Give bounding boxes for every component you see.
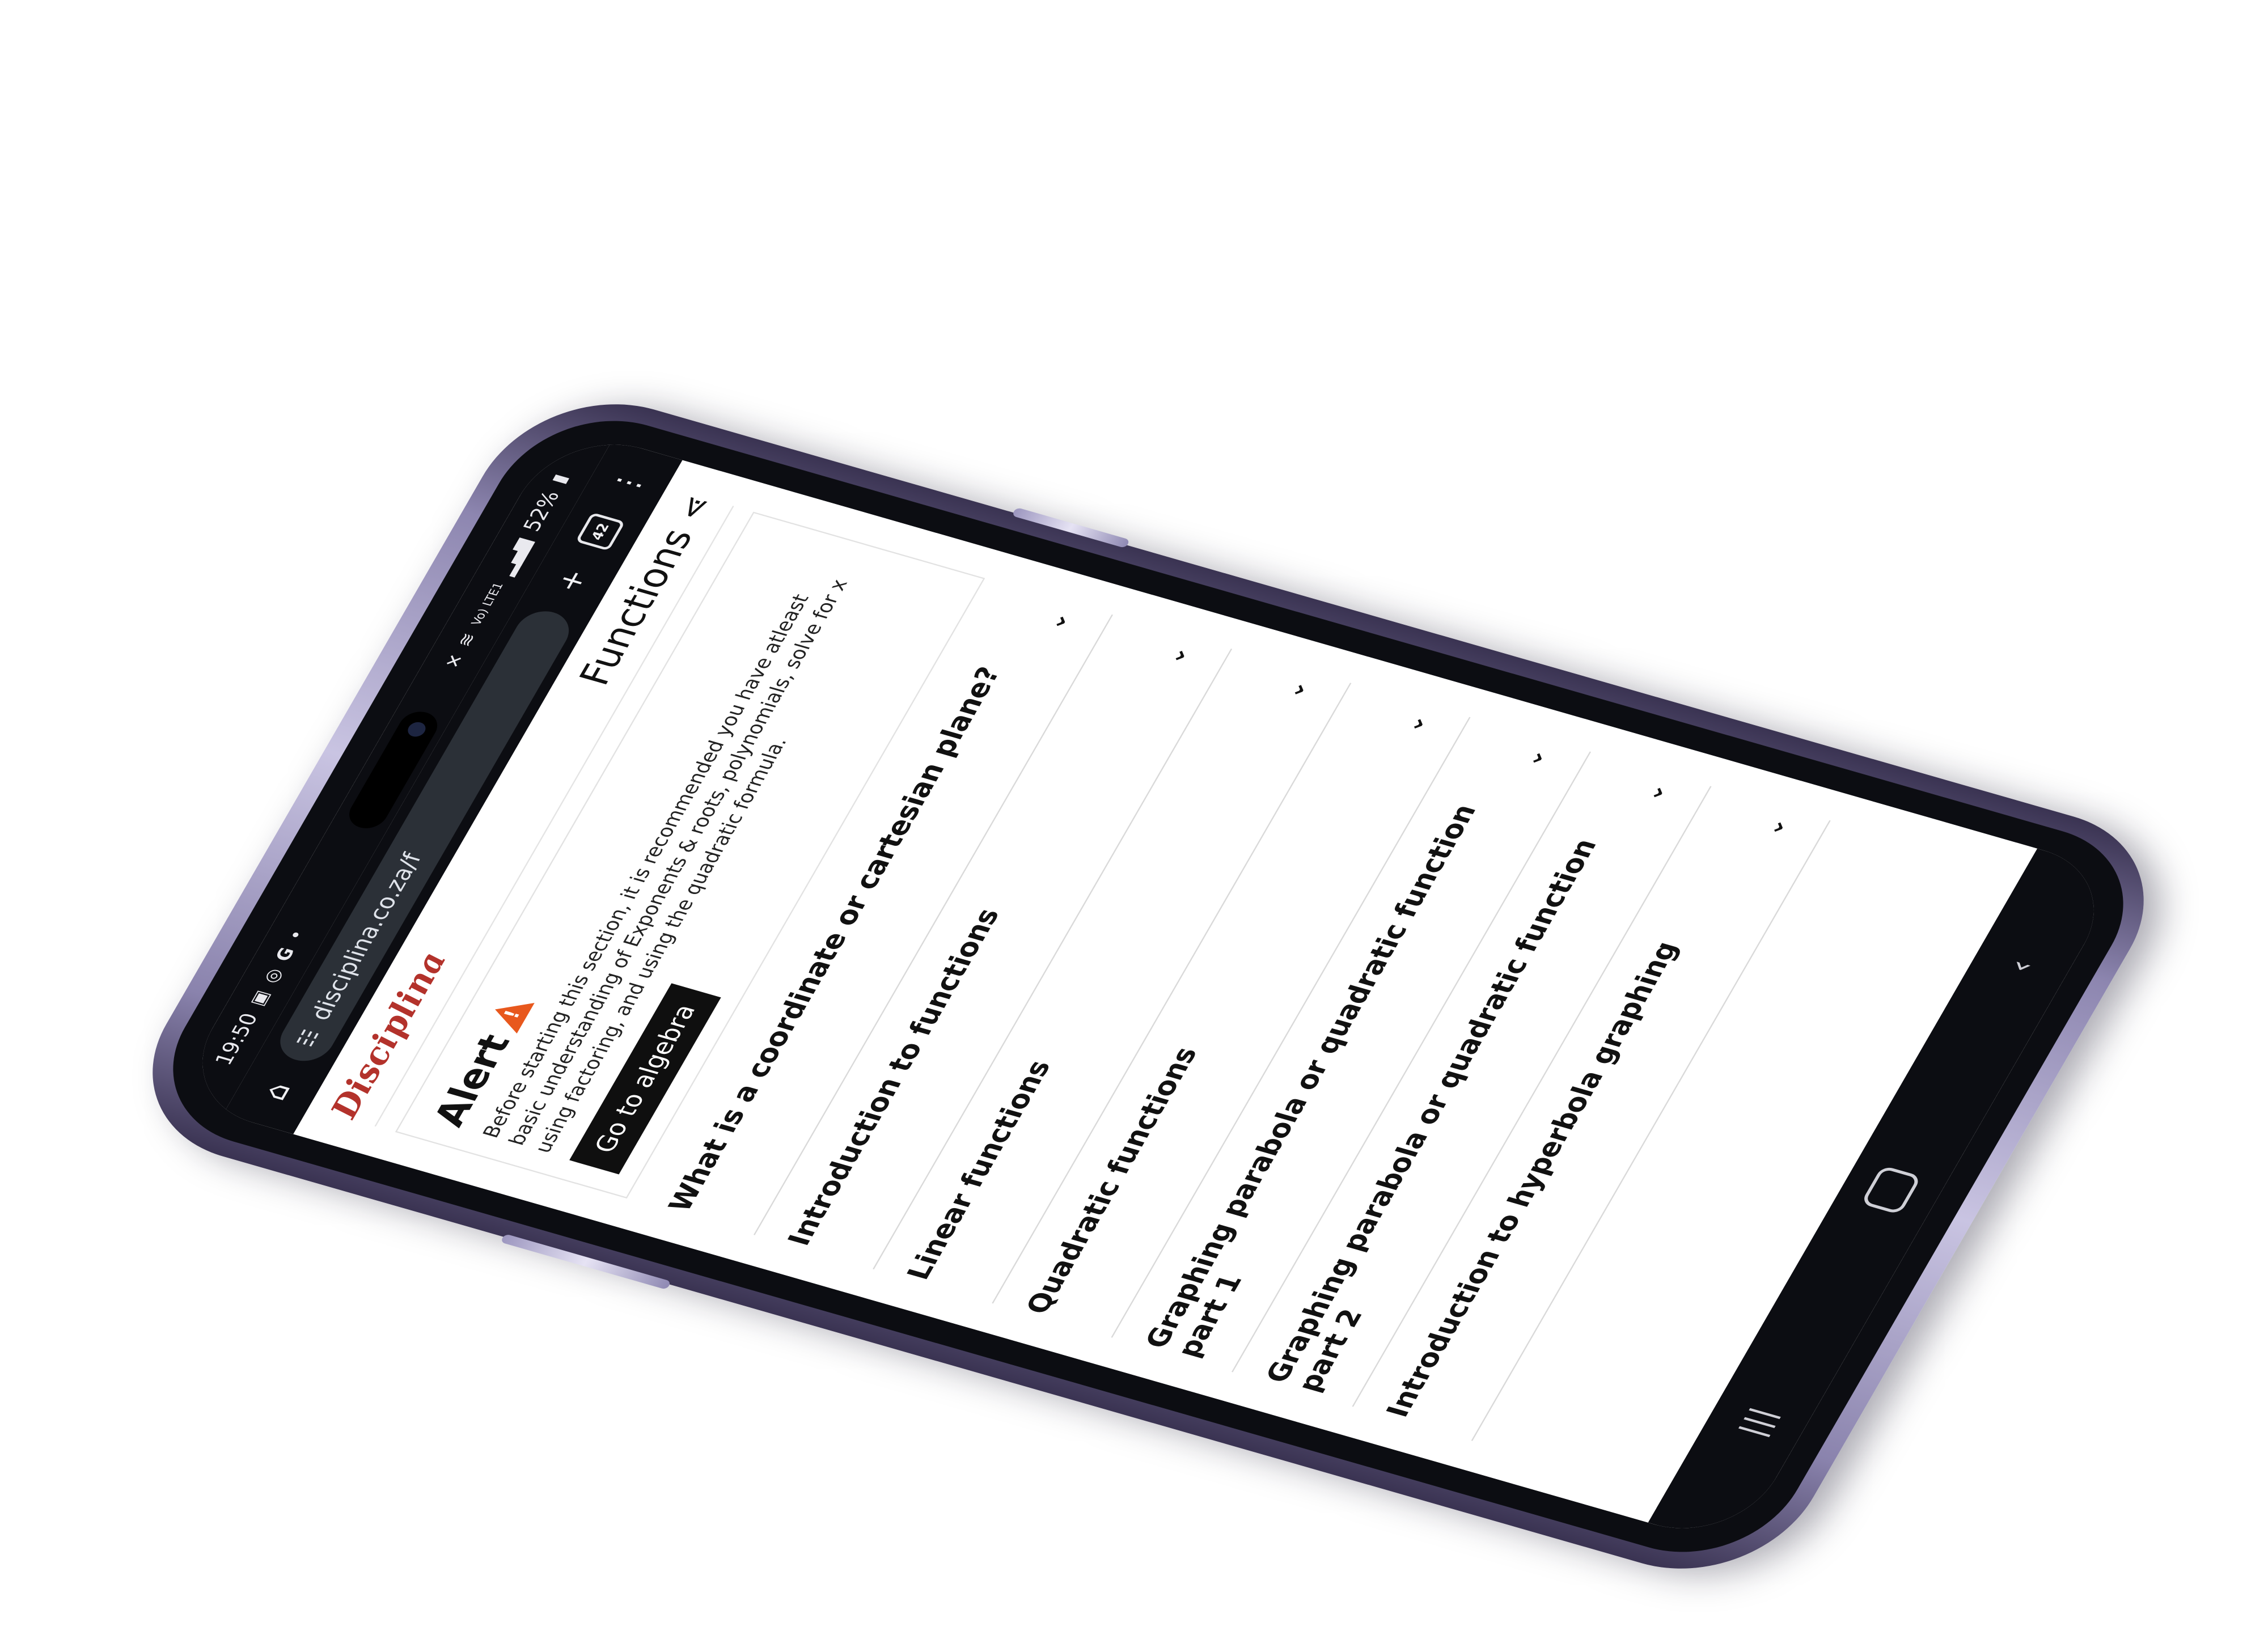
battery-icon: ▮ <box>547 472 573 486</box>
image-icon: ▣ <box>246 988 274 1009</box>
chevron-down-icon[interactable]: ⌄ <box>1157 642 1194 667</box>
overflow-menu-icon[interactable]: ⋮ <box>599 460 658 506</box>
recent-apps-icon[interactable]: ||| <box>1732 1403 1783 1441</box>
home-icon[interactable]: ⌂ <box>247 1069 307 1115</box>
chevron-down-icon[interactable]: ⌄ <box>1276 676 1314 701</box>
tab-count-badge: 42 <box>575 512 625 551</box>
new-tab-icon[interactable]: + <box>543 558 602 604</box>
chevron-down-icon[interactable]: ⌄ <box>1755 814 1793 839</box>
dot-icon: • <box>284 927 310 943</box>
back-icon[interactable]: ‹ <box>1999 956 2041 977</box>
screen: 19:50 ▣ ◎ G • ✕ ≋ Vo) LTE1 ▂▄▆ 52% ▮ ⌂ ☷… <box>171 425 2125 1548</box>
chevron-down-icon[interactable]: ⌄ <box>1514 744 1552 770</box>
home-button-icon[interactable] <box>1860 1165 1922 1215</box>
chevron-down-icon[interactable]: ⌄ <box>1038 608 1075 633</box>
network-label: Vo) LTE1 <box>468 581 506 627</box>
wifi-icon: ≋ <box>453 630 481 650</box>
warning-icon: ! <box>486 994 535 1033</box>
mute-icon: ✕ <box>441 651 469 671</box>
signal-icon: ▂▄▆ <box>494 536 535 578</box>
share-icon[interactable]: ⋖ <box>669 491 718 524</box>
tabs-button[interactable]: 42 <box>570 509 630 554</box>
whatsapp-icon: ◎ <box>259 966 287 985</box>
site-settings-icon[interactable]: ☷ <box>291 1027 324 1049</box>
google-icon: G <box>271 945 299 964</box>
battery-percent: 52% <box>518 488 565 535</box>
chevron-down-icon[interactable]: ⌄ <box>1395 710 1433 736</box>
phone-device: 19:50 ▣ ◎ G • ✕ ≋ Vo) LTE1 ▂▄▆ 52% ▮ ⌂ ☷… <box>109 376 2187 1596</box>
chevron-down-icon[interactable]: ⌄ <box>1635 779 1673 804</box>
